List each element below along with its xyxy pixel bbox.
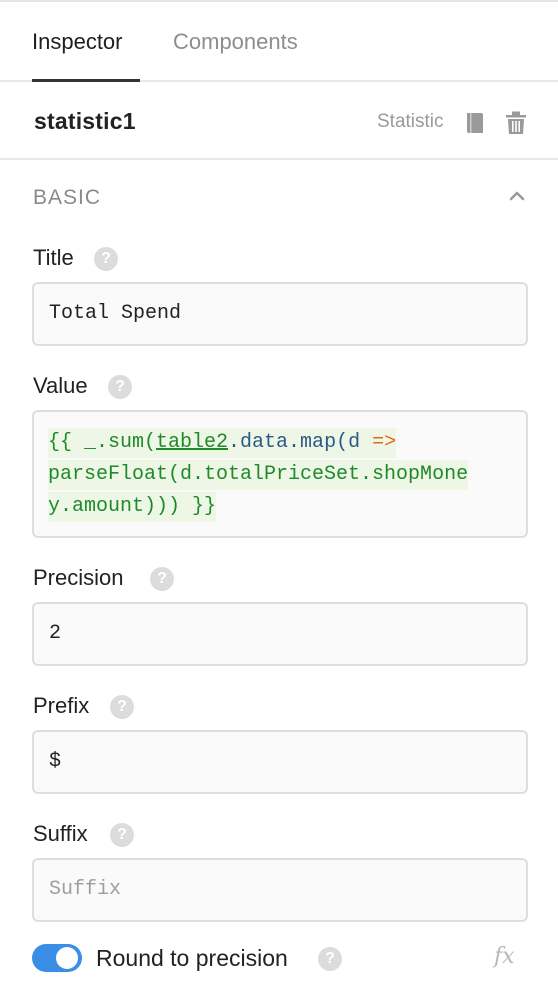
toggle-knob [56,947,78,969]
book-icon[interactable] [466,112,484,134]
fx-icon[interactable]: fx [494,944,515,969]
help-icon[interactable]: ? [150,567,174,591]
code-arrow: => [372,431,397,454]
component-header: statistic1 Statistic [0,82,558,160]
help-icon[interactable]: ? [108,375,132,399]
code-line: {{ _.sum(table2.data.map(d => [48,428,397,458]
inspector-tabs: Inspector Components [0,2,558,82]
code-line: y.amount))) }} [48,492,217,522]
help-icon[interactable]: ? [110,695,134,719]
section-title-basic: BASIC [33,186,102,209]
component-name[interactable]: statistic1 [34,108,136,135]
tab-components[interactable]: Components [173,28,298,56]
code-token: .data.map(d [228,431,373,454]
code-identifier: table2 [156,431,229,454]
precision-label: Precision [33,565,124,590]
prefix-input[interactable]: $ [32,730,528,794]
round-to-precision-toggle[interactable] [32,944,82,972]
value-code-editor[interactable]: {{ _.sum(table2.data.map(d => parseFloat… [32,410,528,538]
code-token: {{ _.sum( [48,431,157,454]
component-type-label: Statistic [377,111,444,132]
value-label: Value [33,373,88,398]
trash-icon[interactable] [505,111,527,135]
title-label: Title [33,245,74,270]
prefix-label: Prefix [33,693,90,718]
tab-inspector[interactable]: Inspector [32,28,123,56]
suffix-input[interactable]: Suffix [32,858,528,922]
suffix-label: Suffix [33,821,88,846]
code-line: parseFloat(d.totalPriceSet.shopMone [48,460,469,490]
precision-input[interactable]: 2 [32,602,528,666]
help-icon[interactable]: ? [318,947,342,971]
help-icon[interactable]: ? [110,823,134,847]
chevron-up-icon[interactable] [508,190,526,202]
help-icon[interactable]: ? [94,247,118,271]
round-to-precision-label: Round to precision [96,945,288,971]
title-input[interactable]: Total Spend [32,282,528,346]
